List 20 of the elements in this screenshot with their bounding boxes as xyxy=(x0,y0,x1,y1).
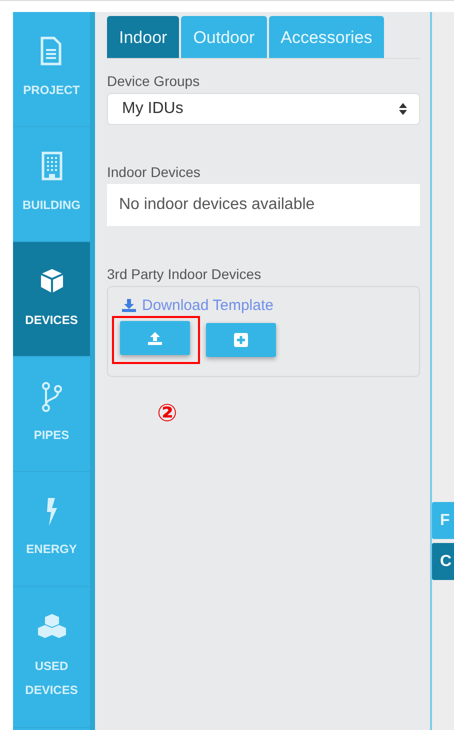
tab[interactable]: Outdoor xyxy=(181,16,267,58)
field-label: 3rd Party Indoor Devices xyxy=(107,266,262,282)
tab[interactable]: C xyxy=(432,543,454,580)
tab[interactable]: Indoor xyxy=(107,16,180,58)
step-number: ② xyxy=(157,399,178,427)
sidebar-item[interactable]: DEVICES xyxy=(13,242,90,357)
tab[interactable]: F xyxy=(432,502,454,539)
field-label: Indoor Devices xyxy=(107,164,202,180)
field-label: Device Groups xyxy=(107,73,201,89)
empty-message: No indoor devices available xyxy=(107,184,420,226)
tab[interactable]: Accessories xyxy=(268,16,384,58)
plus-icon xyxy=(234,333,248,347)
bolt-icon xyxy=(46,497,58,527)
add-button[interactable] xyxy=(206,323,276,357)
upload-icon xyxy=(148,332,162,344)
sort-icon xyxy=(399,103,407,115)
upload-button[interactable] xyxy=(120,321,190,355)
download-template-link[interactable]: Download Template xyxy=(122,297,274,314)
device-groups-select[interactable]: My IDUs xyxy=(107,93,420,125)
download-icon xyxy=(122,299,136,312)
